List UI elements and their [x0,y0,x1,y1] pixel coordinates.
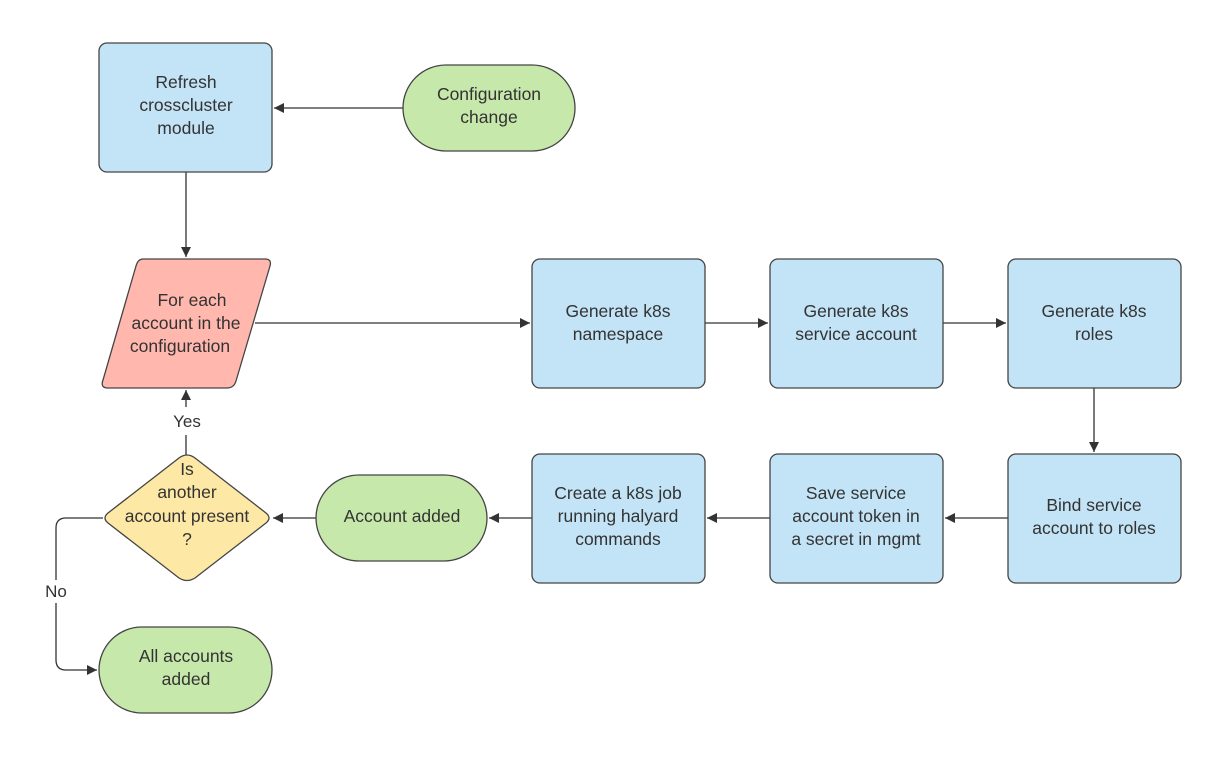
node-configuration-change[interactable]: Configuration change [402,64,576,152]
node-generate-namespace[interactable]: Generate k8s namespace [531,258,706,389]
svg-text:Create a k8s job: Create a k8s job [554,483,681,503]
svg-text:All accounts: All accounts [139,646,234,666]
yes-label: Yes [173,412,201,431]
svg-text:?: ? [182,529,192,549]
node-generate-roles[interactable]: Generate k8s roles [1007,258,1182,389]
node-for-each-account[interactable]: For each account in the configuration [101,258,272,389]
svg-text:change: change [460,107,517,127]
svg-text:For each: For each [157,290,226,310]
flowchart: Yes No Refresh crosscluster module Confi… [45,42,1182,714]
svg-text:Configuration: Configuration [437,84,541,104]
svg-text:service account: service account [795,324,917,344]
svg-text:commands: commands [575,529,661,549]
svg-text:account present: account present [125,506,250,526]
svg-text:Generate k8s: Generate k8s [1041,301,1146,321]
svg-text:crosscluster: crosscluster [139,95,233,115]
svg-text:another: another [157,482,217,502]
node-account-added[interactable]: Account added [315,474,488,562]
svg-text:account token in: account token in [792,506,919,526]
svg-text:account to roles: account to roles [1032,518,1156,538]
svg-text:Generate k8s: Generate k8s [565,301,670,321]
svg-text:namespace: namespace [573,324,663,344]
svg-text:account in the: account in the [132,313,241,333]
node-all-accounts-added[interactable]: All accounts added [98,626,273,714]
svg-text:Is: Is [180,459,194,479]
node-bind-service-account[interactable]: Bind service account to roles [1007,453,1182,584]
svg-text:roles: roles [1075,324,1113,344]
svg-text:Generate k8s: Generate k8s [803,301,908,321]
svg-text:Account added: Account added [344,506,461,526]
svg-text:a secret in mgmt: a secret in mgmt [791,529,920,549]
svg-text:added: added [162,669,211,689]
svg-text:Save service: Save service [806,483,906,503]
node-save-token[interactable]: Save service account token in a secret i… [769,453,944,584]
node-decision-another-account[interactable]: Is another account present ? [104,454,270,582]
no-label: No [45,582,67,601]
svg-text:Refresh: Refresh [155,72,216,92]
node-refresh-crosscluster-module[interactable]: Refresh crosscluster module [98,42,273,173]
svg-text:running halyard: running halyard [558,506,679,526]
node-create-job[interactable]: Create a k8s job running halyard command… [531,453,706,584]
svg-text:module: module [157,118,214,138]
node-generate-service-account[interactable]: Generate k8s service account [769,258,944,389]
svg-text:Bind service: Bind service [1046,495,1141,515]
svg-text:configuration: configuration [130,336,230,356]
